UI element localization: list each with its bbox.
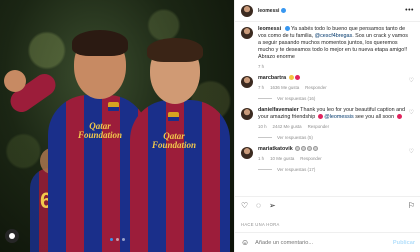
avatar[interactable]: [241, 27, 253, 39]
comment-input[interactable]: [255, 239, 376, 246]
caption-time[interactable]: 7 h: [258, 64, 264, 69]
comment-time[interactable]: 1 h: [258, 156, 264, 161]
comment-username[interactable]: danielfavemaier: [258, 107, 299, 113]
comment-username[interactable]: marcbartra: [258, 75, 286, 81]
list-item: marcbartra 7 h 1636 Me gusta Responder V…: [241, 75, 414, 101]
add-comment-bar: ☺ Publicar: [235, 232, 420, 252]
user-tag-icon[interactable]: [5, 229, 19, 243]
post-date[interactable]: HACE UNA HORA: [241, 222, 280, 227]
avatar[interactable]: [241, 108, 253, 120]
more-options-icon[interactable]: •••: [405, 7, 414, 14]
view-replies-label: Ver respuestas (16): [277, 96, 316, 101]
bookmark-icon[interactable]: ⚐: [408, 201, 415, 210]
post-header: leomessi •••: [235, 0, 420, 22]
replies-divider: [258, 169, 272, 170]
jersey-sponsor-text: Qatar Foundation: [151, 131, 197, 150]
list-item: mariatkatovik 1 h 10 Me gusta Responder …: [241, 146, 414, 172]
comment-text: danielfavemaier Thank you leo for your b…: [258, 107, 408, 121]
avatar[interactable]: [241, 4, 253, 17]
club-crest-icon: [108, 102, 119, 115]
view-replies-button[interactable]: Ver respuestas (5): [258, 135, 408, 140]
player-right-hair: [147, 38, 203, 62]
comment-mention[interactable]: @leomessis: [324, 114, 353, 120]
player-left-fist: [4, 70, 26, 92]
reply-button[interactable]: Responder: [308, 124, 329, 129]
header-username[interactable]: leomessi: [258, 8, 279, 14]
publish-button[interactable]: Publicar: [393, 240, 415, 246]
heart-icon[interactable]: ♡: [241, 201, 248, 210]
caption-mention[interactable]: @cescf4bregas: [315, 33, 353, 39]
carousel-dot: [122, 238, 125, 241]
caption-username[interactable]: leomessi: [258, 26, 281, 32]
post-photo[interactable]: 6 Qatar Foundation Qatar Foundation: [0, 0, 234, 252]
view-replies-label: Ver respuestas (17): [277, 167, 316, 172]
emoji-icon: [301, 146, 307, 152]
post-side-panel: leomessi ••• leomessi Ya sabés todo lo b…: [234, 0, 420, 252]
view-replies-button[interactable]: Ver respuestas (17): [258, 167, 408, 172]
emoji-picker-icon[interactable]: ☺: [241, 238, 249, 247]
comment-icon[interactable]: ◌: [256, 201, 261, 210]
jersey-sponsor-text: Qatar Foundation: [77, 121, 123, 140]
heart-emoji-icon: [294, 75, 300, 81]
comments-list[interactable]: leomessi Ya sabés todo lo bueno que pens…: [235, 22, 420, 198]
emoji-icon: [295, 146, 301, 152]
comment-text: mariatkatovik: [258, 146, 408, 153]
carousel-dot-active: [110, 238, 113, 241]
verified-badge-icon: [284, 26, 290, 32]
like-comment-heart-icon[interactable]: ♡: [409, 110, 414, 116]
view-replies-label: Ver respuestas (5): [277, 135, 313, 140]
player-left-hair: [72, 30, 128, 56]
list-item: danielfavemaier Thank you leo for your b…: [241, 107, 414, 140]
replies-divider: [258, 98, 272, 99]
comment-likes[interactable]: 2442 Me gusta: [273, 124, 302, 129]
like-comment-heart-icon[interactable]: ♡: [409, 78, 414, 84]
emoji-icon: [313, 146, 319, 152]
carousel-indicator: [110, 238, 125, 241]
avatar[interactable]: [241, 147, 253, 159]
heart-emoji-icon: [396, 114, 402, 120]
emoji-icon: [288, 75, 294, 81]
caption-text: leomessi Ya sabés todo lo bueno que pens…: [258, 26, 408, 61]
avatar[interactable]: [241, 76, 253, 88]
heart-emoji-icon: [317, 114, 323, 120]
reply-button[interactable]: Responder: [305, 85, 326, 90]
like-comment-heart-icon[interactable]: ♡: [409, 149, 414, 155]
reply-button[interactable]: Responder: [300, 156, 321, 161]
share-icon[interactable]: ➢: [269, 201, 276, 210]
caption: leomessi Ya sabés todo lo bueno que pens…: [241, 26, 414, 69]
comment-time[interactable]: 10 h: [258, 124, 267, 129]
player-right-jersey: [130, 100, 230, 252]
carousel-dot: [116, 238, 119, 241]
replies-divider: [258, 137, 272, 138]
club-crest-icon: [168, 112, 179, 125]
post-actions-bar: ♡ ◌ ➢ ⚐: [235, 196, 420, 214]
view-replies-button[interactable]: Ver respuestas (16): [258, 96, 408, 101]
verified-badge-icon: [281, 8, 287, 13]
emoji-icon: [307, 146, 313, 152]
comment-body-continued: see you all soon: [355, 114, 395, 120]
comment-likes[interactable]: 1636 Me gusta: [270, 85, 299, 90]
comment-text: marcbartra: [258, 75, 408, 82]
comment-time[interactable]: 7 h: [258, 85, 264, 90]
comment-username[interactable]: mariatkatovik: [258, 146, 293, 152]
comment-likes[interactable]: 10 Me gusta: [270, 156, 294, 161]
